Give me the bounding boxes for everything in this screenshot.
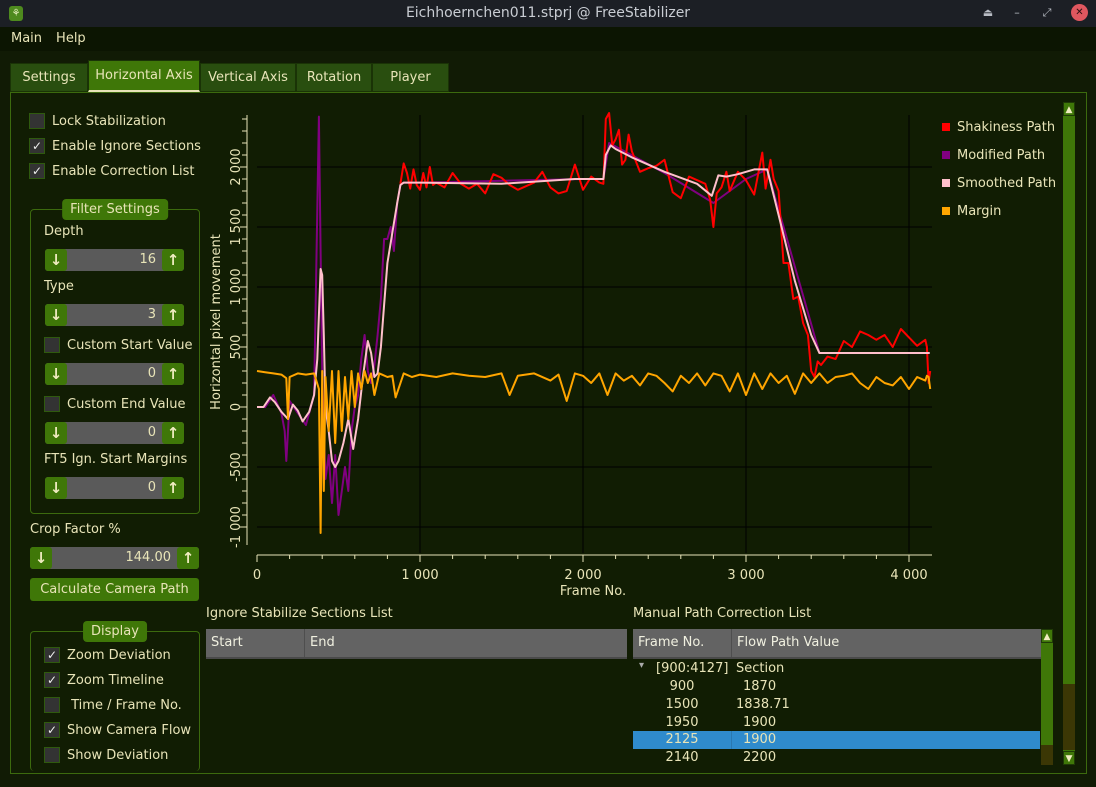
ignore-list-title: Ignore Stabilize Sections List [206, 606, 393, 621]
y-tick-label: -1 000 [229, 506, 244, 548]
y-tick-label: -500 [229, 452, 244, 482]
legend-swatch [942, 207, 950, 215]
column-end[interactable]: End [305, 629, 627, 657]
y-axis-label: Horizontal pixel movement [209, 234, 224, 410]
legend-swatch [942, 123, 950, 131]
legend-swatch [942, 179, 950, 187]
y-tick-label: 2 000 [229, 148, 244, 185]
x-axis-label: Frame No. [560, 584, 626, 599]
y-tick-label: 1 500 [229, 208, 244, 245]
shakiness-path-line[interactable] [399, 112, 932, 384]
table-row[interactable]: 2140 2200 [633, 749, 1040, 767]
expand-icon[interactable]: ▾ [639, 660, 644, 671]
legend-item-shakiness: Shakiness Path [942, 113, 1056, 141]
legend-item-smoothed: Smoothed Path [942, 169, 1056, 197]
scrollbar-track[interactable] [1041, 745, 1053, 765]
legend-item-modified: Modified Path [942, 141, 1056, 169]
x-tick-label: 1 000 [401, 568, 438, 583]
column-start[interactable]: Start [206, 629, 305, 657]
correction-list-header: Frame No. Flow Path Value [633, 629, 1041, 659]
scroll-up-icon[interactable]: ▲ [1041, 629, 1053, 643]
x-tick-label: 0 [253, 568, 261, 583]
ignore-list-header: Start End [206, 629, 627, 659]
correction-list-scrollbar[interactable]: ▲ [1041, 629, 1053, 765]
scroll-down-icon[interactable]: ▼ [1063, 751, 1075, 765]
panel-scrollbar[interactable]: ▲ ▼ [1063, 102, 1075, 765]
table-row-selected[interactable]: 2125 1900 [633, 731, 1040, 749]
correction-list-title: Manual Path Correction List [633, 606, 812, 621]
column-flow-path-value[interactable]: Flow Path Value [732, 629, 1041, 657]
table-row[interactable]: 1500 1838.71 [633, 696, 1040, 714]
legend-item-margin: Margin [942, 197, 1056, 225]
x-tick-label: 4 000 [890, 568, 927, 583]
x-tick-label: 3 000 [727, 568, 764, 583]
scrollbar-track[interactable] [1063, 684, 1075, 750]
table-row[interactable]: 900 1870 [633, 678, 1040, 696]
y-tick-label: 500 [229, 335, 244, 360]
column-frame-no[interactable]: Frame No. [633, 629, 732, 657]
table-row[interactable]: 1950 1900 [633, 714, 1040, 732]
y-tick-label: 0 [229, 403, 244, 411]
scroll-up-icon[interactable]: ▲ [1063, 102, 1075, 116]
x-tick-label: 2 000 [564, 568, 601, 583]
legend-swatch [942, 151, 950, 159]
smoothed-path-line[interactable] [257, 144, 930, 468]
y-tick-label: 1 000 [229, 268, 244, 305]
modified-path-line[interactable] [257, 115, 930, 516]
table-row[interactable]: ▾ [900:4127] Section [633, 660, 1040, 678]
chart-legend: Shakiness Path Modified Path Smoothed Pa… [942, 113, 1056, 225]
column-separator [731, 731, 732, 749]
